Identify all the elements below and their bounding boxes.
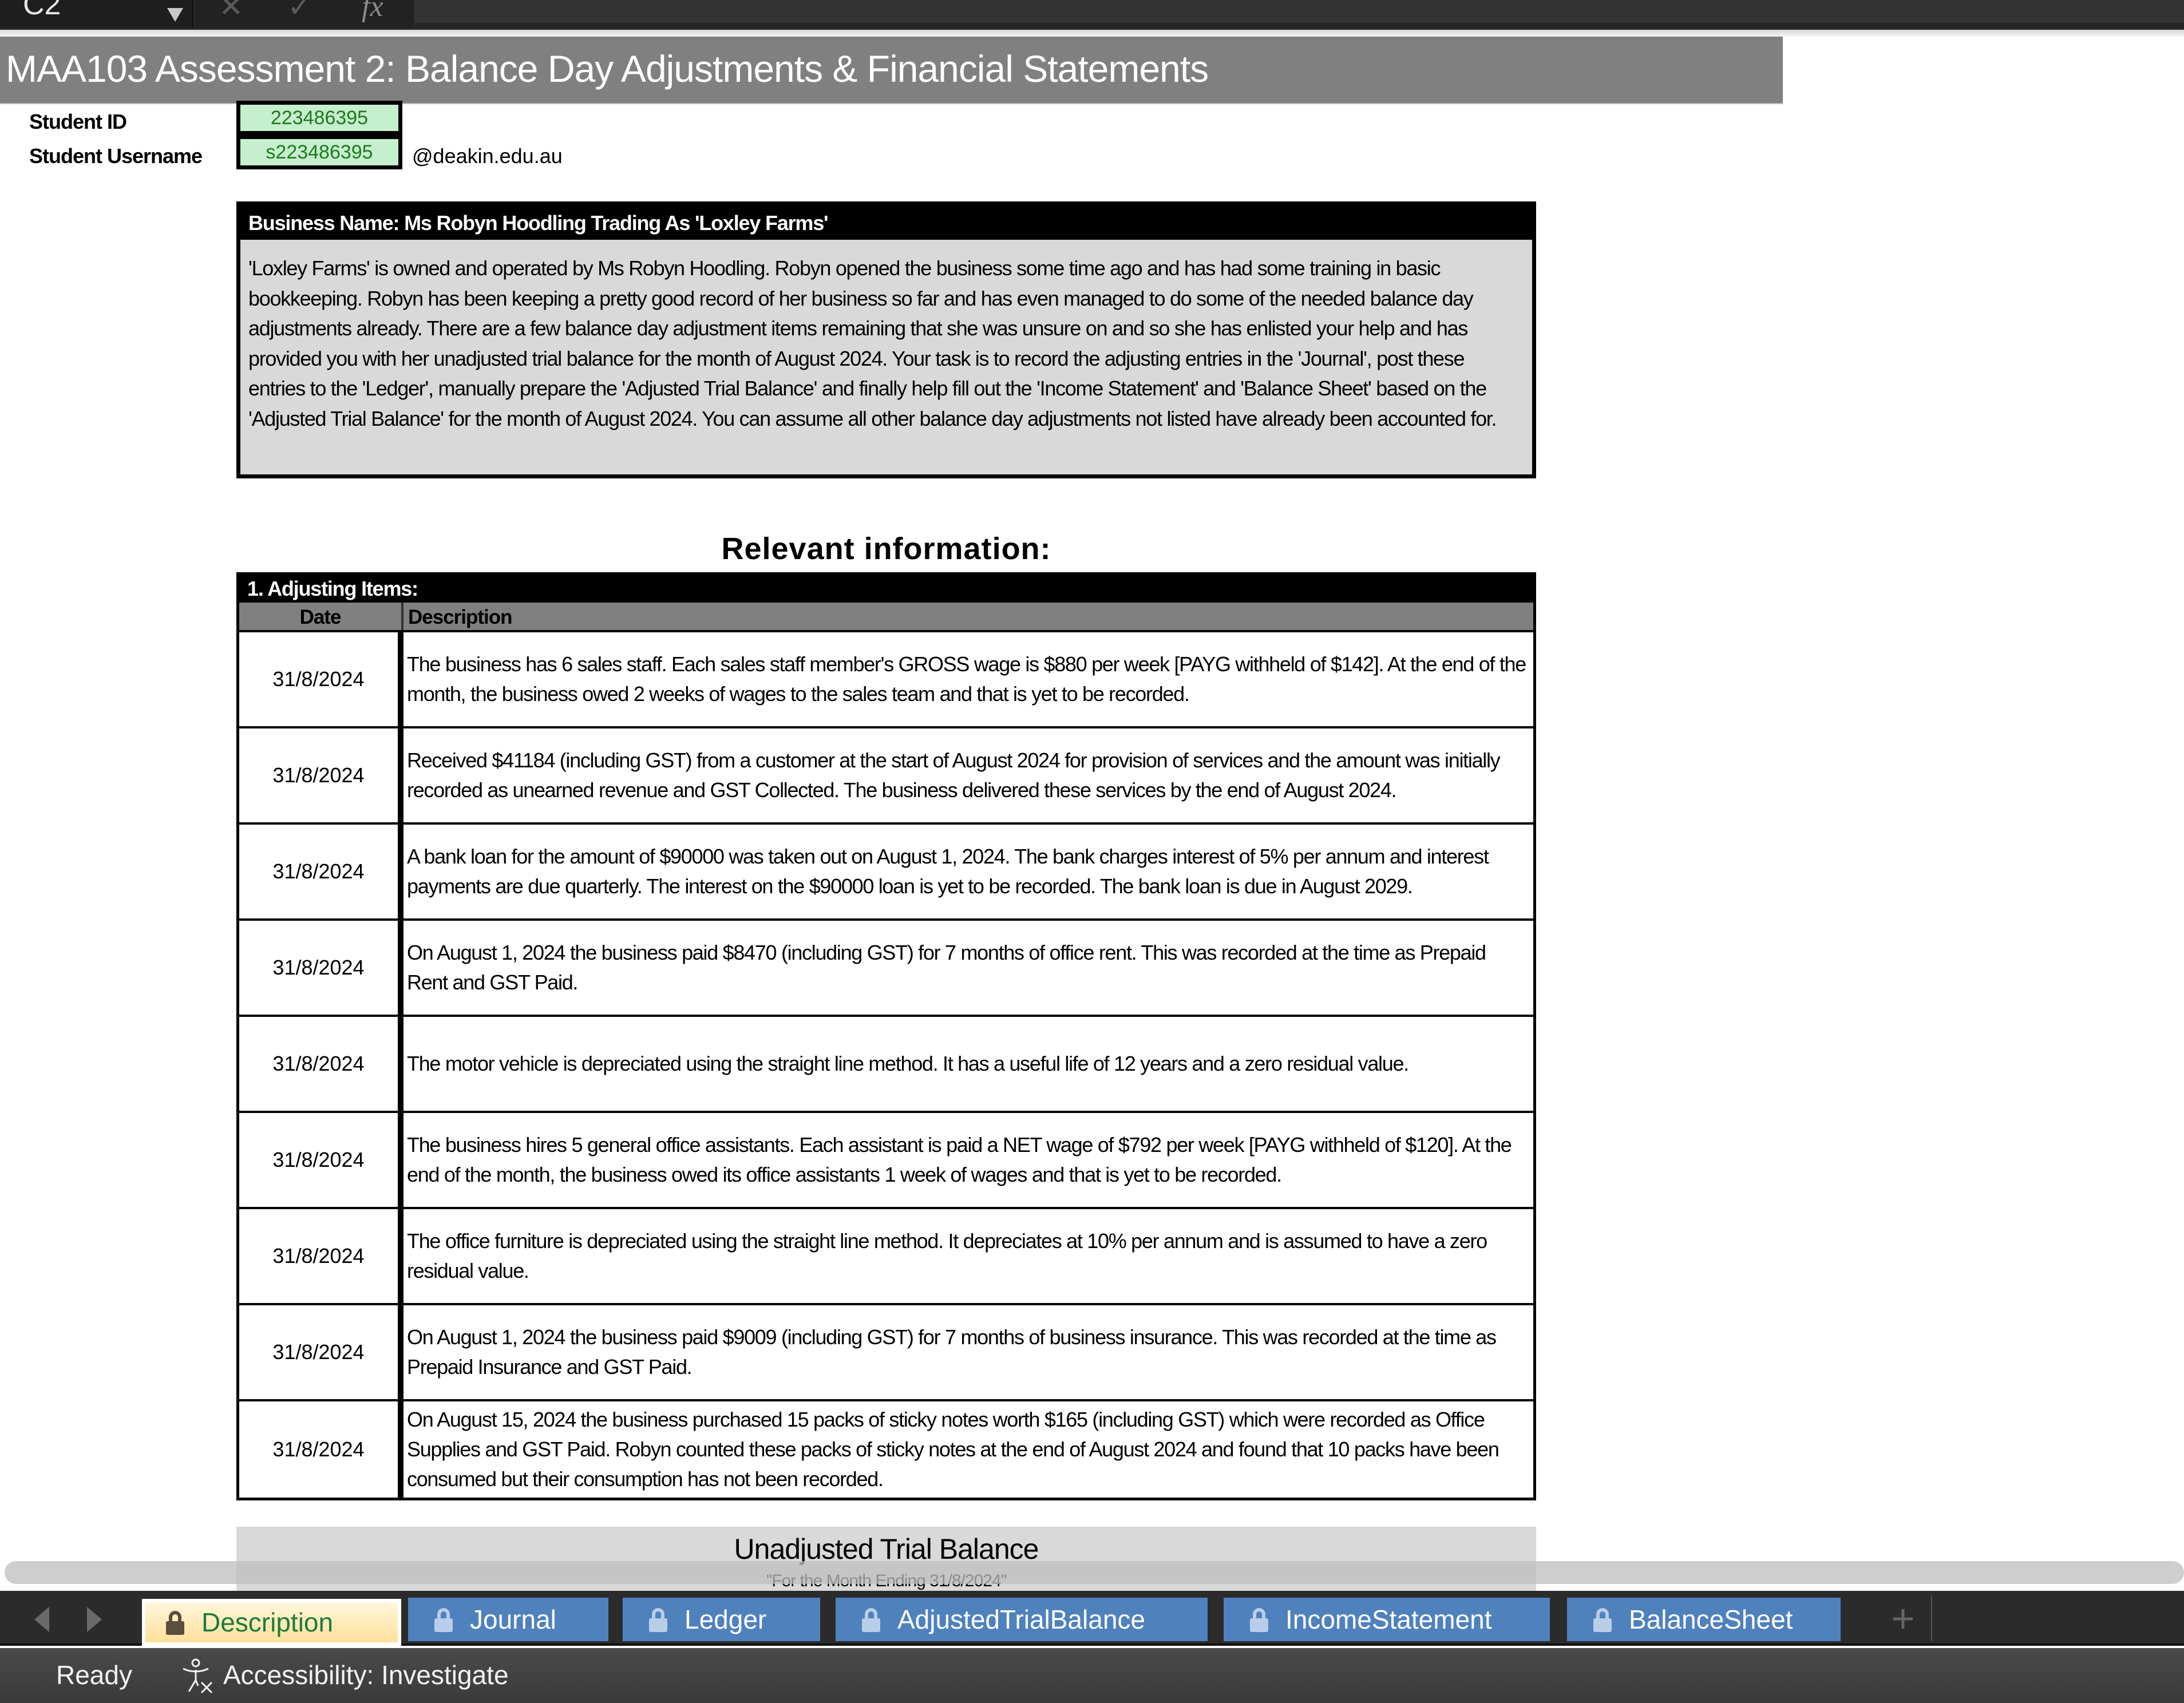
row-date[interactable]: 31/8/2024 <box>239 1017 403 1111</box>
sheet-tab-bar: Description Journal Ledger AdjustedTrial… <box>0 1591 2184 1646</box>
table-row: 31/8/2024 Received $41184 (including GST… <box>239 728 1533 825</box>
column-header-date: Date <box>239 603 403 630</box>
tab-label: IncomeStatement <box>1285 1605 1492 1634</box>
tab-income-statement[interactable]: IncomeStatement <box>1224 1598 1550 1641</box>
tab-label: Journal <box>470 1605 556 1634</box>
status-bar: Ready Accessibility: Investigate <box>0 1648 2184 1703</box>
student-id-field[interactable]: 223486395 <box>236 101 402 135</box>
table-row: 31/8/2024 The business hires 5 general o… <box>239 1113 1533 1209</box>
row-description[interactable]: The motor vehicle is depreciated using t… <box>403 1017 1533 1111</box>
row-description[interactable]: The business has 6 sales staff. Each sal… <box>403 632 1533 726</box>
checkmark-icon[interactable]: ✓ <box>287 0 312 24</box>
table-row: 31/8/2024 The office furniture is deprec… <box>239 1209 1533 1305</box>
lock-icon <box>1593 1608 1612 1632</box>
tab-journal[interactable]: Journal <box>408 1598 608 1641</box>
title-banner[interactable]: MAA103 Assessment 2: Balance Day Adjustm… <box>0 37 1783 104</box>
business-name-header: Business Name: Ms Robyn Hoodling Trading… <box>240 205 1532 240</box>
tab-ledger[interactable]: Ledger <box>623 1598 820 1641</box>
student-username-field[interactable]: s223486395 <box>236 135 402 169</box>
previous-sheet-arrow-icon[interactable] <box>34 1607 49 1632</box>
next-sheet-arrow-icon[interactable] <box>87 1607 102 1632</box>
row-date[interactable]: 31/8/2024 <box>239 1305 403 1399</box>
tab-label: Description <box>201 1607 334 1637</box>
row-date[interactable]: 31/8/2024 <box>239 1401 403 1498</box>
row-description[interactable]: A bank loan for the amount of $90000 was… <box>403 825 1533 918</box>
relevant-information-heading: Relevant information: <box>721 532 1051 566</box>
add-sheet-button[interactable]: + <box>1875 1595 1932 1641</box>
tab-label: AdjustedTrialBalance <box>897 1605 1145 1634</box>
lock-icon <box>649 1608 667 1632</box>
business-description-box: Business Name: Ms Robyn Hoodling Trading… <box>236 201 1536 478</box>
row-description[interactable]: Received $41184 (including GST) from a c… <box>403 728 1533 822</box>
sheet-edge <box>0 30 2184 37</box>
name-box[interactable]: C2 <box>0 0 193 27</box>
student-username-label: Student Username <box>29 144 203 168</box>
page-title: MAA103 Assessment 2: Balance Day Adjustm… <box>6 47 1209 90</box>
row-date[interactable]: 31/8/2024 <box>239 1113 403 1207</box>
cancel-x-icon[interactable]: ✕ <box>219 0 244 24</box>
lock-icon <box>434 1608 453 1632</box>
row-date[interactable]: 31/8/2024 <box>239 728 403 822</box>
row-date[interactable]: 31/8/2024 <box>239 632 403 726</box>
row-description[interactable]: On August 1, 2024 the business paid $900… <box>403 1305 1533 1399</box>
table-row: 31/8/2024 On August 1, 2024 the business… <box>239 1305 1533 1401</box>
email-domain-suffix: @deakin.edu.au <box>412 144 563 168</box>
row-description[interactable]: On August 1, 2024 the business paid $847… <box>403 921 1533 1015</box>
formula-bar: C2 ✕ ✓ fx <box>0 0 2184 30</box>
tab-label: Ledger <box>685 1605 767 1634</box>
column-header-description: Description <box>408 606 513 628</box>
row-date[interactable]: 31/8/2024 <box>239 1209 403 1303</box>
adjusting-items-title: 1. Adjusting Items: <box>239 572 1533 603</box>
cell-reference[interactable]: C2 <box>23 0 61 22</box>
lock-icon <box>166 1611 184 1635</box>
unadjusted-trial-balance-title: Unadjusted Trial Balance <box>734 1533 1039 1565</box>
adjusting-items-table: 1. Adjusting Items: Date Description 31/… <box>236 572 1536 1500</box>
table-header-row: Date Description <box>239 603 1533 632</box>
row-date[interactable]: 31/8/2024 <box>239 921 403 1015</box>
tab-description[interactable]: Description <box>142 1599 401 1646</box>
table-row: 31/8/2024 The business has 6 sales staff… <box>239 632 1533 728</box>
lock-icon <box>1250 1608 1268 1632</box>
table-row: 31/8/2024 The motor vehicle is depreciat… <box>239 1017 1533 1113</box>
row-description[interactable]: The business hires 5 general office assi… <box>403 1113 1533 1207</box>
accessibility-icon[interactable] <box>179 1657 215 1694</box>
student-id-label: Student ID <box>29 110 127 133</box>
tab-balance-sheet[interactable]: BalanceSheet <box>1567 1598 1841 1641</box>
formula-controls: ✕ ✓ fx <box>196 0 413 27</box>
horizontal-scrollbar[interactable] <box>5 1561 2184 1584</box>
lock-icon <box>862 1608 880 1632</box>
status-mode: Ready <box>56 1660 132 1690</box>
accessibility-status[interactable]: Accessibility: Investigate <box>223 1660 509 1690</box>
row-description[interactable]: The office furniture is depreciated usin… <box>403 1209 1533 1303</box>
tab-adjusted-trial-balance[interactable]: AdjustedTrialBalance <box>836 1598 1208 1641</box>
row-description[interactable]: On August 15, 2024 the business purchase… <box>403 1401 1533 1498</box>
formula-input[interactable] <box>414 0 2184 23</box>
tab-label: BalanceSheet <box>1629 1605 1793 1634</box>
table-row: 31/8/2024 On August 1, 2024 the business… <box>239 921 1533 1017</box>
name-box-dropdown-icon[interactable] <box>167 8 183 22</box>
table-row: 31/8/2024 On August 15, 2024 the busines… <box>239 1401 1533 1498</box>
insert-function-icon[interactable]: fx <box>362 0 383 23</box>
table-row: 31/8/2024 A bank loan for the amount of … <box>239 825 1533 921</box>
row-date[interactable]: 31/8/2024 <box>239 825 403 918</box>
business-description-text: 'Loxley Farms' is owned and operated by … <box>248 256 1497 430</box>
